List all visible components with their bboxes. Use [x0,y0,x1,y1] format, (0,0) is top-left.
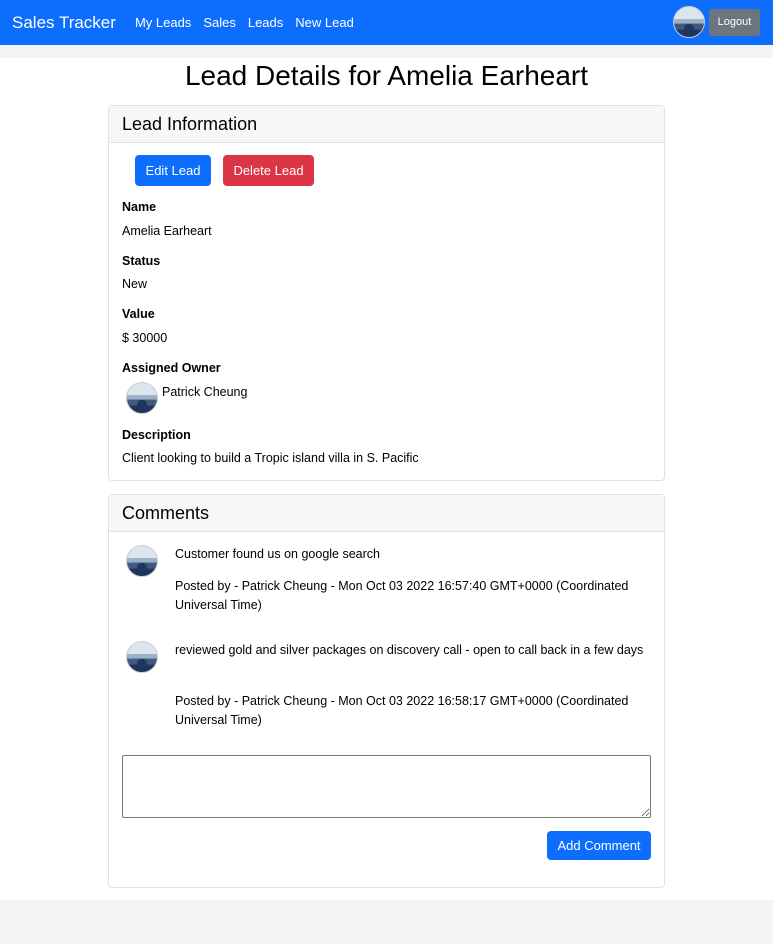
lead-info-header: Lead Information [109,106,664,143]
add-comment-button[interactable]: Add Comment [547,831,651,860]
comment-input[interactable] [122,755,651,818]
status-label: Status [122,254,161,268]
user-avatar[interactable] [673,6,705,38]
value-amount: $ 30000 [122,331,168,345]
comment-meta: Posted by - Patrick Cheung - Mon Oct 03 … [175,579,629,612]
name-label: Name [122,200,157,214]
comment-avatar [126,641,158,673]
status-value: New [122,277,148,291]
lead-info-card: Lead Information Edit Lead Delete Lead N… [108,105,665,481]
comment-avatar [126,545,158,577]
nav-link-sales[interactable]: Sales [203,15,236,30]
owner-label: Assigned Owner [122,361,221,375]
nav-link-leads[interactable]: Leads [248,15,283,30]
top-navbar: Sales Tracker My Leads Sales Leads New L… [0,0,773,45]
footer-area [0,900,773,944]
comment-text: Customer found us on google search [175,547,380,561]
nav-link-my-leads[interactable]: My Leads [135,15,191,30]
comment-text: reviewed gold and silver packages on dis… [175,643,644,657]
brand-link[interactable]: Sales Tracker [12,13,116,33]
description-label: Description [122,428,191,442]
comments-card: Comments Customer found us on google sea… [108,494,665,888]
page-title: Lead Details for Amelia Earheart [184,60,589,91]
comments-header: Comments [109,495,664,532]
description-value: Client looking to build a Tropic island … [122,451,419,465]
nav-user-area: Logout [673,6,760,38]
value-label: Value [122,307,155,321]
delete-lead-button[interactable]: Delete Lead [223,155,314,186]
owner-avatar [126,382,158,414]
logout-button[interactable]: Logout [709,8,760,36]
comment-meta: Posted by - Patrick Cheung - Mon Oct 03 … [175,694,629,727]
nav-link-new-lead[interactable]: New Lead [295,15,354,30]
edit-lead-button[interactable]: Edit Lead [135,155,211,186]
page-content: Lead Details for Amelia Earheart Lead In… [0,58,773,900]
owner-name: Patrick Cheung [162,385,248,399]
name-value: Amelia Earheart [122,224,212,238]
